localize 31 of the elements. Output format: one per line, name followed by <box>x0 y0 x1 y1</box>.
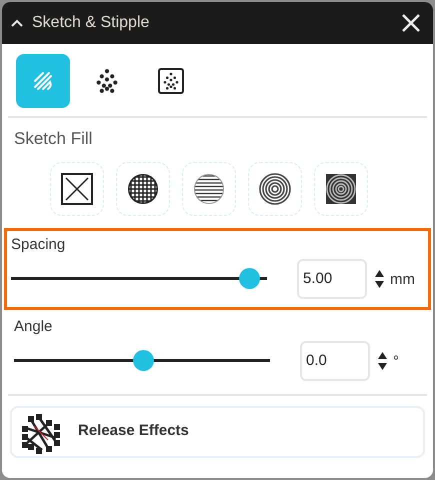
number-field[interactable]: 5.00 <box>297 258 367 298</box>
setting-label: Spacing <box>11 234 66 254</box>
grid-circle-icon <box>126 172 160 206</box>
up-arrow-icon[interactable] <box>375 270 384 276</box>
fill-pattern-button[interactable] <box>314 162 368 216</box>
concentric-circles-icon <box>258 172 292 206</box>
up-arrow-icon[interactable] <box>378 352 387 358</box>
slider-thumb[interactable] <box>238 268 260 289</box>
unit-label: ° <box>393 352 399 372</box>
slider[interactable] <box>14 350 272 371</box>
unit-label: mm <box>390 270 415 290</box>
release-effects-button[interactable]: Release Effects <box>10 406 425 458</box>
close-icon[interactable] <box>401 13 421 33</box>
panel-title: Sketch & Stipple <box>32 13 150 33</box>
fill-pattern-button[interactable] <box>182 162 236 216</box>
section-heading: Sketch Fill <box>13 128 94 150</box>
spin-buttons[interactable] <box>375 270 384 288</box>
dotted-square-icon <box>157 67 185 95</box>
slider[interactable] <box>11 268 269 289</box>
spiral-square-icon <box>324 172 358 206</box>
slider-thumb[interactable] <box>132 350 154 371</box>
crossed-square-icon <box>60 172 94 206</box>
number-field[interactable]: 0.0 <box>300 340 370 380</box>
collapse-chevron-icon[interactable] <box>10 18 24 28</box>
down-arrow-icon[interactable] <box>375 280 384 288</box>
fill-pattern-button[interactable] <box>248 162 302 216</box>
down-arrow-icon[interactable] <box>378 362 387 370</box>
setting-label: Angle <box>14 316 54 336</box>
fill-pattern-button[interactable] <box>50 162 104 216</box>
fill-pattern-button[interactable] <box>116 162 170 216</box>
spin-buttons[interactable] <box>378 352 387 370</box>
